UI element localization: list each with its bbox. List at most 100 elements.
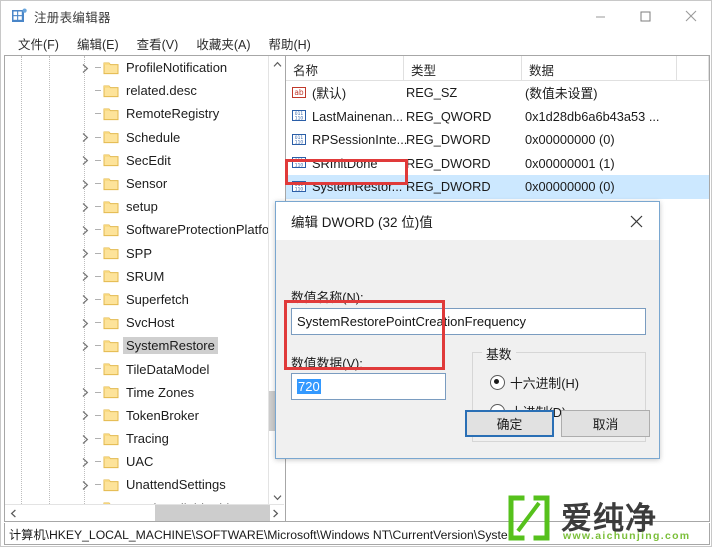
svg-text:110: 110 bbox=[295, 116, 304, 122]
tree-item-profilenotification[interactable]: ProfileNotification bbox=[5, 56, 269, 79]
tree-item-time-zones[interactable]: Time Zones bbox=[5, 381, 269, 404]
tree-item-sensor[interactable]: Sensor bbox=[5, 172, 269, 195]
tree-item-srum[interactable]: SRUM bbox=[5, 265, 269, 288]
tree-connector-line bbox=[95, 206, 101, 208]
column-header-data[interactable]: 数据 bbox=[522, 56, 677, 80]
dialog-title-bar: 编辑 DWORD (32 位)值 bbox=[276, 202, 659, 240]
tree-item-label: SRUM bbox=[126, 268, 165, 284]
chevron-right-icon[interactable] bbox=[81, 294, 91, 305]
tree-item-uac[interactable]: UAC bbox=[5, 450, 269, 473]
tree-item-setup[interactable]: setup bbox=[5, 195, 269, 218]
title-bar: 注册表编辑器 bbox=[1, 1, 711, 31]
menu-view[interactable]: 查看(V) bbox=[128, 32, 188, 55]
tree-item-tiledatamodel[interactable]: TileDataModel bbox=[5, 357, 269, 380]
chevron-right-icon[interactable] bbox=[81, 480, 91, 490]
value-type-cell: REG_DWORD bbox=[406, 179, 491, 195]
tree-connector-line bbox=[95, 484, 101, 486]
tree-item-tokenbroker[interactable]: TokenBroker bbox=[5, 404, 269, 427]
menu-file[interactable]: 文件(F) bbox=[9, 32, 68, 55]
table-row[interactable]: 011 110 SystemRestor... REG_DWORD 0x00000000… bbox=[286, 175, 709, 199]
chevron-right-icon[interactable] bbox=[81, 179, 91, 189]
tree-item-label: setup bbox=[126, 199, 158, 215]
tree-item-secedit[interactable]: SecEdit bbox=[5, 149, 269, 172]
menu-edit[interactable]: 编辑(E) bbox=[68, 32, 128, 55]
menu-favorites[interactable]: 收藏夹(A) bbox=[187, 32, 259, 55]
dialog-close-button[interactable] bbox=[614, 202, 659, 240]
chevron-right-icon[interactable] bbox=[81, 225, 91, 235]
table-row[interactable]: 011 110 LastMainenan... REG_QWORD 0x1d28db6a… bbox=[286, 105, 709, 129]
chevron-right-icon[interactable] bbox=[81, 202, 91, 212]
watermark-url: www.aichunjing.com bbox=[563, 530, 691, 542]
radio-hexadecimal[interactable]: 十六进制(H) bbox=[490, 373, 579, 392]
scroll-right-icon[interactable] bbox=[267, 505, 284, 521]
tree-item-label: UnattendSettings bbox=[126, 477, 226, 493]
chevron-right-icon[interactable] bbox=[81, 434, 91, 444]
status-path: 计算机\HKEY_LOCAL_MACHINE\SOFTWARE\Microsof… bbox=[9, 527, 508, 542]
value-data-input[interactable]: 720 bbox=[291, 373, 446, 400]
tree-horizontal-scrollbar[interactable] bbox=[5, 504, 284, 521]
chevron-right-icon[interactable] bbox=[81, 271, 91, 282]
menu-help[interactable]: 帮助(H) bbox=[259, 32, 319, 55]
chevron-right-icon[interactable] bbox=[81, 248, 91, 259]
chevron-right-icon[interactable] bbox=[81, 387, 91, 398]
chevron-right-icon[interactable] bbox=[81, 410, 91, 421]
value-type-cell: REG_SZ bbox=[406, 85, 458, 101]
tree-connector-line bbox=[95, 90, 101, 92]
scroll-left-icon[interactable] bbox=[5, 505, 22, 521]
chevron-right-icon[interactable] bbox=[81, 132, 91, 143]
tree-connector-line bbox=[95, 182, 101, 184]
chevron-right-icon[interactable] bbox=[81, 457, 91, 467]
tree-item-unattendsettings[interactable]: UnattendSettings bbox=[5, 473, 269, 496]
tree-item-superfetch[interactable]: Superfetch bbox=[5, 288, 269, 311]
tree-item-label: UAC bbox=[126, 454, 154, 470]
window-controls bbox=[578, 1, 711, 31]
value-data-label: 数值数据(V): bbox=[291, 356, 363, 371]
tree-item-schedule[interactable]: Schedule bbox=[5, 126, 269, 149]
folder-icon bbox=[103, 269, 119, 283]
tree-item-label: RemoteRegistry bbox=[126, 106, 220, 122]
tree-item-tracing[interactable]: Tracing bbox=[5, 427, 269, 450]
tree-hscroll-thumb[interactable] bbox=[155, 505, 270, 521]
table-row[interactable]: 011 110 SRInitDone REG_DWORD 0x00000001 (1) bbox=[286, 152, 709, 176]
column-header-type[interactable]: 类型 bbox=[404, 56, 522, 80]
maximize-button[interactable] bbox=[623, 1, 668, 31]
ok-button[interactable]: 确定 bbox=[465, 410, 554, 437]
scroll-up-icon[interactable] bbox=[269, 56, 285, 73]
binary-value-icon: 011 110 bbox=[292, 180, 307, 194]
value-name-text: SRInitDone bbox=[312, 155, 378, 171]
registry-tree[interactable]: ProfileNotification related.desc RemoteReg… bbox=[5, 56, 269, 506]
minimize-button[interactable] bbox=[578, 1, 623, 31]
chevron-right-icon[interactable] bbox=[81, 318, 91, 328]
table-row[interactable]: 011 110 RPSessionInte... REG_DWORD 0x0000000… bbox=[286, 128, 709, 152]
value-data-cell: (数值未设置) bbox=[525, 86, 598, 102]
folder-icon bbox=[103, 455, 119, 469]
value-name-input[interactable]: SystemRestorePointCreationFrequency bbox=[291, 308, 646, 335]
folder-icon bbox=[103, 362, 119, 376]
tree-item-spp[interactable]: SPP bbox=[5, 242, 269, 265]
tree-item-label: SystemRestore bbox=[123, 337, 218, 355]
svg-text:110: 110 bbox=[295, 139, 304, 145]
column-header-name[interactable]: 名称 bbox=[286, 56, 404, 80]
chevron-right-icon[interactable] bbox=[81, 63, 91, 73]
tree-connector-line bbox=[95, 275, 101, 277]
tree-item-related-desc[interactable]: related.desc bbox=[5, 79, 269, 102]
tree-connector-line bbox=[95, 345, 101, 347]
tree-item-softwareprotectionplatfor[interactable]: SoftwareProtectionPlatfor bbox=[5, 218, 269, 241]
tree-item-svchost[interactable]: SvcHost bbox=[5, 311, 269, 334]
folder-icon bbox=[103, 84, 119, 98]
value-name-cell: 011 110 LastMainenan... bbox=[286, 109, 404, 124]
close-button[interactable] bbox=[668, 1, 711, 31]
chevron-right-icon[interactable] bbox=[81, 341, 91, 351]
cancel-button[interactable]: 取消 bbox=[561, 410, 650, 437]
menu-bar: 文件(F) 编辑(E) 查看(V) 收藏夹(A) 帮助(H) bbox=[1, 31, 711, 55]
tree-item-label: Sensor bbox=[126, 176, 168, 192]
tree-item-remoteregistry[interactable]: RemoteRegistry bbox=[5, 102, 269, 125]
chevron-right-icon[interactable] bbox=[81, 155, 91, 166]
tree-item-systemrestore[interactable]: SystemRestore bbox=[5, 334, 269, 357]
table-row[interactable]: ab (默认) REG_SZ (数值未设置) bbox=[286, 81, 709, 105]
tree-connector-line bbox=[95, 298, 101, 300]
values-list[interactable]: ab (默认) REG_SZ (数值未设置) 011 110 LastMainenan...… bbox=[286, 81, 709, 199]
value-data-text: 720 bbox=[297, 379, 321, 394]
tree-connector-line bbox=[95, 229, 101, 231]
dialog-title: 编辑 DWORD (32 位)值 bbox=[291, 215, 433, 230]
